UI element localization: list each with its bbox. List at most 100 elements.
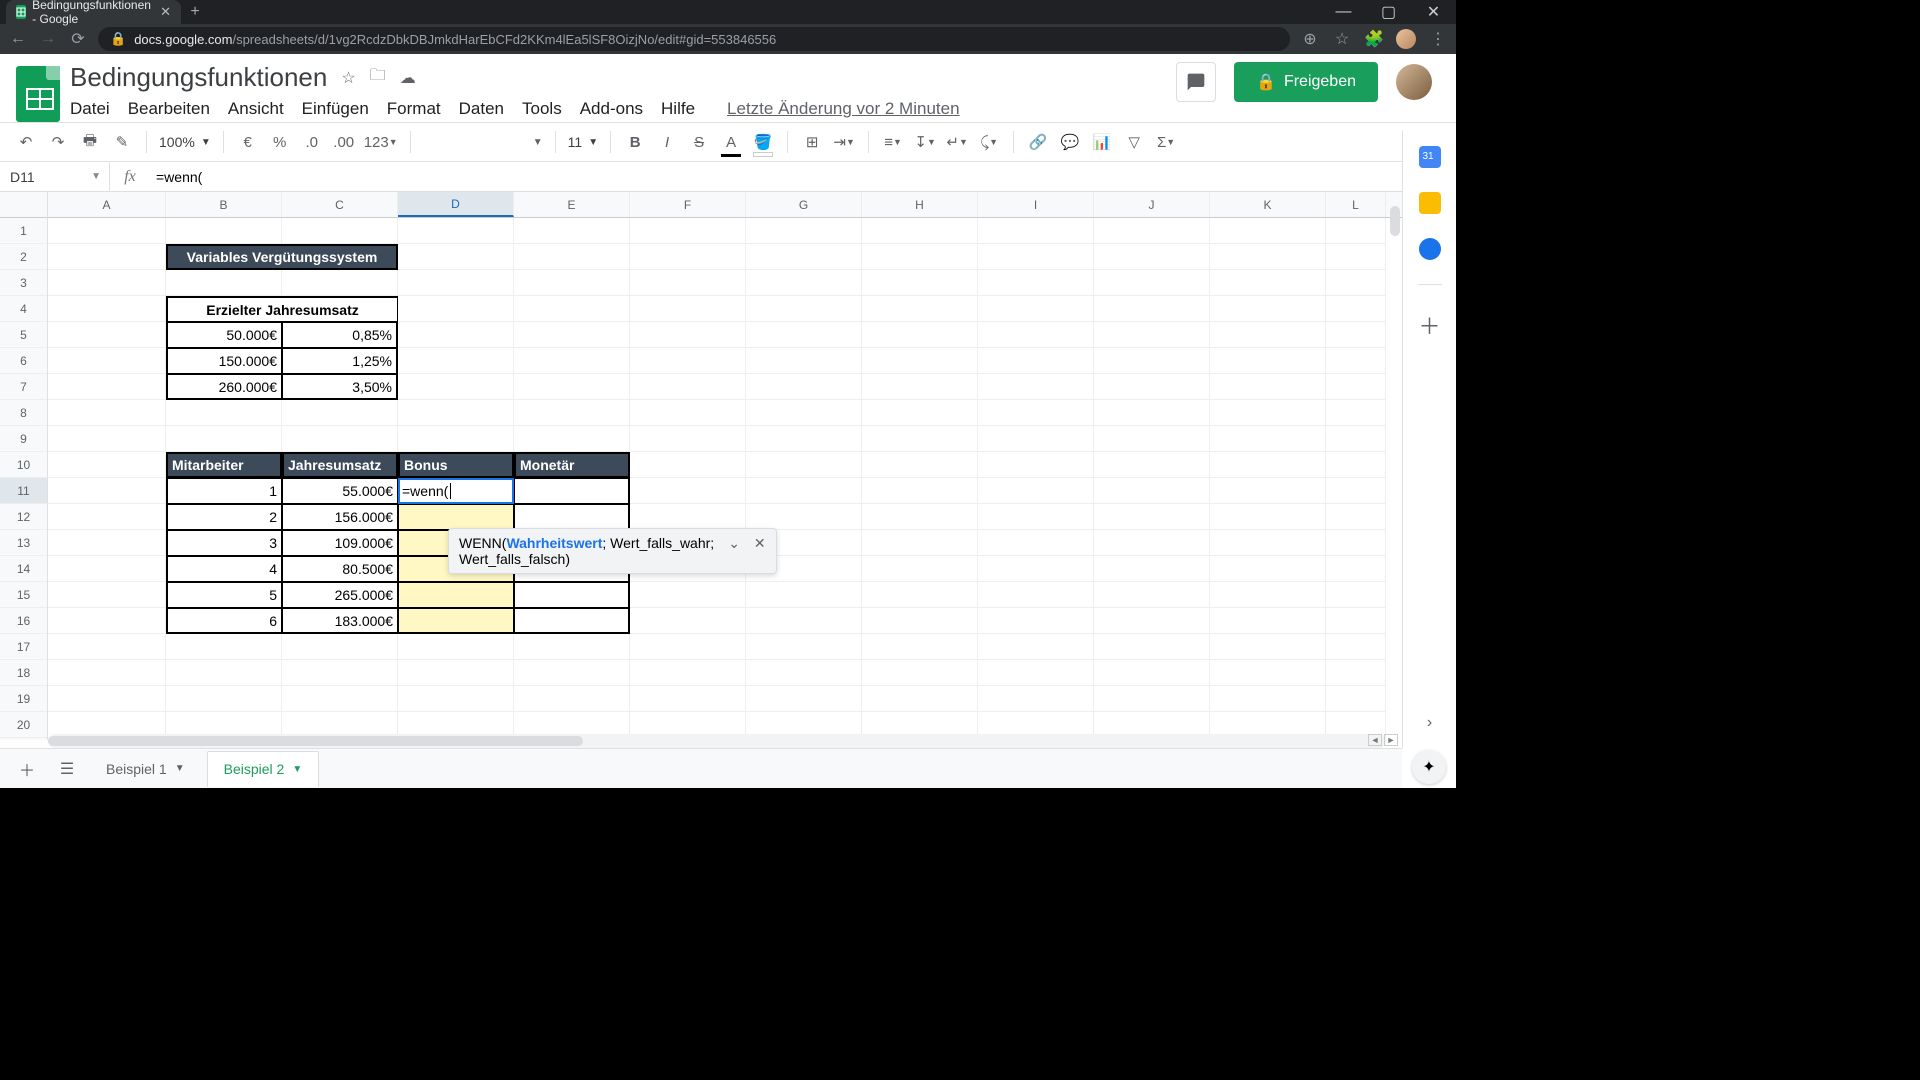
link-button[interactable]: 🔗 — [1026, 129, 1050, 155]
calendar-icon[interactable] — [1419, 146, 1441, 168]
row-header[interactable]: 9 — [0, 426, 47, 452]
cell[interactable] — [398, 608, 514, 634]
column-header[interactable]: E — [514, 192, 630, 217]
row-header[interactable]: 19 — [0, 686, 47, 712]
vertical-scrollbar[interactable] — [1390, 206, 1400, 236]
cloud-status-icon[interactable]: ☁ — [400, 68, 416, 88]
merge-button[interactable]: ⇥ ▼ — [832, 129, 856, 155]
comments-button[interactable] — [1176, 62, 1216, 102]
column-header[interactable]: B — [166, 192, 282, 217]
column-header[interactable]: D — [398, 192, 514, 217]
row-header[interactable]: 16 — [0, 608, 47, 634]
row-header[interactable]: 10 — [0, 452, 47, 478]
sheet-nav-arrows[interactable]: ◄► — [1368, 734, 1398, 746]
row-header[interactable]: 15 — [0, 582, 47, 608]
cell[interactable] — [514, 504, 630, 530]
chrome-menu-icon[interactable]: ⋮ — [1428, 29, 1448, 49]
menu-format[interactable]: Format — [387, 99, 441, 119]
tooltip-close-button[interactable]: ✕ — [754, 535, 766, 552]
undo-button[interactable]: ↶ — [14, 129, 38, 155]
zoom-select[interactable]: 100% ▼ — [159, 134, 211, 150]
cell[interactable] — [398, 504, 514, 530]
chart-button[interactable]: 📊 — [1090, 129, 1114, 155]
keep-icon[interactable] — [1419, 192, 1441, 214]
reload-button[interactable]: ⟳ — [68, 29, 88, 49]
menu-view[interactable]: Ansicht — [228, 99, 284, 119]
row-header[interactable]: 20 — [0, 712, 47, 738]
row-header[interactable]: 5 — [0, 322, 47, 348]
sheet-tab-active[interactable]: Beispiel 2 ▼ — [207, 751, 320, 787]
explore-button[interactable]: ✦ — [1412, 750, 1446, 784]
row-header[interactable]: 8 — [0, 400, 47, 426]
menu-file[interactable]: Datei — [70, 99, 110, 119]
chevron-down-icon[interactable]: ▼ — [292, 764, 302, 775]
cell[interactable]: 183.000€ — [282, 608, 398, 634]
zoom-icon[interactable]: ⊕ — [1300, 29, 1320, 49]
decrease-decimal-button[interactable]: .0 — [300, 129, 324, 155]
row-header[interactable]: 17 — [0, 634, 47, 660]
strikethrough-button[interactable]: S — [687, 129, 711, 155]
hide-sidepanel-button[interactable]: › — [1427, 714, 1432, 732]
h-align-button[interactable]: ≡ ▼ — [881, 129, 905, 155]
column-header[interactable]: F — [630, 192, 746, 217]
font-select[interactable]: ▼ — [423, 129, 543, 155]
extensions-icon[interactable]: 🧩 — [1364, 29, 1384, 49]
column-header[interactable]: A — [48, 192, 166, 217]
star-icon[interactable]: ☆ — [341, 68, 355, 88]
print-button[interactable]: 🖶 — [78, 129, 102, 155]
back-button[interactable]: ← — [8, 30, 28, 48]
menu-help[interactable]: Hilfe — [661, 99, 695, 119]
fill-color-button[interactable]: 🪣 — [751, 129, 775, 155]
cell[interactable]: 260.000€ — [166, 374, 282, 400]
row-header[interactable]: 7 — [0, 374, 47, 400]
chevron-down-icon[interactable]: ▼ — [175, 763, 185, 774]
table2-header[interactable]: Jahresumsatz — [282, 452, 398, 478]
sheets-logo-icon[interactable] — [16, 66, 60, 122]
cell[interactable]: 5 — [166, 582, 282, 608]
italic-button[interactable]: I — [655, 129, 679, 155]
name-box[interactable]: D11 ▼ — [0, 162, 110, 191]
url-field[interactable]: 🔒 docs.google.com/spreadsheets/d/1vg2Rcd… — [98, 27, 1290, 51]
new-tab-button[interactable]: + — [181, 0, 209, 24]
text-color-button[interactable]: A — [719, 129, 743, 155]
cell[interactable]: 156.000€ — [282, 504, 398, 530]
rotate-button[interactable]: ⤹ ▼ — [977, 129, 1001, 155]
move-icon[interactable]: 🗀 — [370, 64, 386, 91]
cell[interactable] — [514, 582, 630, 608]
all-sheets-button[interactable]: ☰ — [50, 752, 84, 786]
spreadsheet-grid[interactable]: 1 2 3 4 5 6 7 8 9 10 11 12 13 14 15 16 1… — [0, 192, 1456, 740]
column-header[interactable]: C — [282, 192, 398, 217]
cell[interactable]: 109.000€ — [282, 530, 398, 556]
menu-edit[interactable]: Bearbeiten — [128, 99, 210, 119]
cell[interactable]: 6 — [166, 608, 282, 634]
window-maximize-button[interactable]: ▢ — [1366, 0, 1411, 24]
chrome-profile-avatar[interactable] — [1396, 29, 1416, 49]
comment-button[interactable]: 💬 — [1058, 129, 1082, 155]
v-align-button[interactable]: ↧ ▼ — [913, 129, 937, 155]
row-header[interactable]: 13 — [0, 530, 47, 556]
cell[interactable]: 3,50% — [282, 374, 398, 400]
horizontal-scrollbar[interactable] — [48, 734, 1386, 748]
row-header[interactable]: 1 — [0, 218, 47, 244]
paint-format-button[interactable]: ✎ — [110, 129, 134, 155]
row-header[interactable]: 18 — [0, 660, 47, 686]
cell[interactable] — [514, 608, 630, 634]
share-button[interactable]: 🔒 Freigeben — [1234, 62, 1378, 102]
window-minimize-button[interactable]: — — [1321, 0, 1366, 24]
column-header[interactable]: K — [1210, 192, 1326, 217]
column-header[interactable]: L — [1326, 192, 1386, 217]
wrap-button[interactable]: ↵ ▼ — [945, 129, 969, 155]
cell[interactable] — [398, 582, 514, 608]
table1-title[interactable]: Variables Vergütungssystem — [166, 244, 398, 270]
redo-button[interactable]: ↷ — [46, 129, 70, 155]
select-all-corner[interactable] — [0, 192, 47, 218]
cell[interactable]: 265.000€ — [282, 582, 398, 608]
row-header[interactable]: 2 — [0, 244, 47, 270]
cell[interactable]: 80.500€ — [282, 556, 398, 582]
account-avatar[interactable] — [1396, 64, 1432, 100]
bookmark-icon[interactable]: ☆ — [1332, 29, 1352, 49]
cell[interactable]: 0,85% — [282, 322, 398, 348]
functions-button[interactable]: Σ ▼ — [1154, 129, 1178, 155]
table2-header[interactable]: Monetär — [514, 452, 630, 478]
cell[interactable]: 2 — [166, 504, 282, 530]
